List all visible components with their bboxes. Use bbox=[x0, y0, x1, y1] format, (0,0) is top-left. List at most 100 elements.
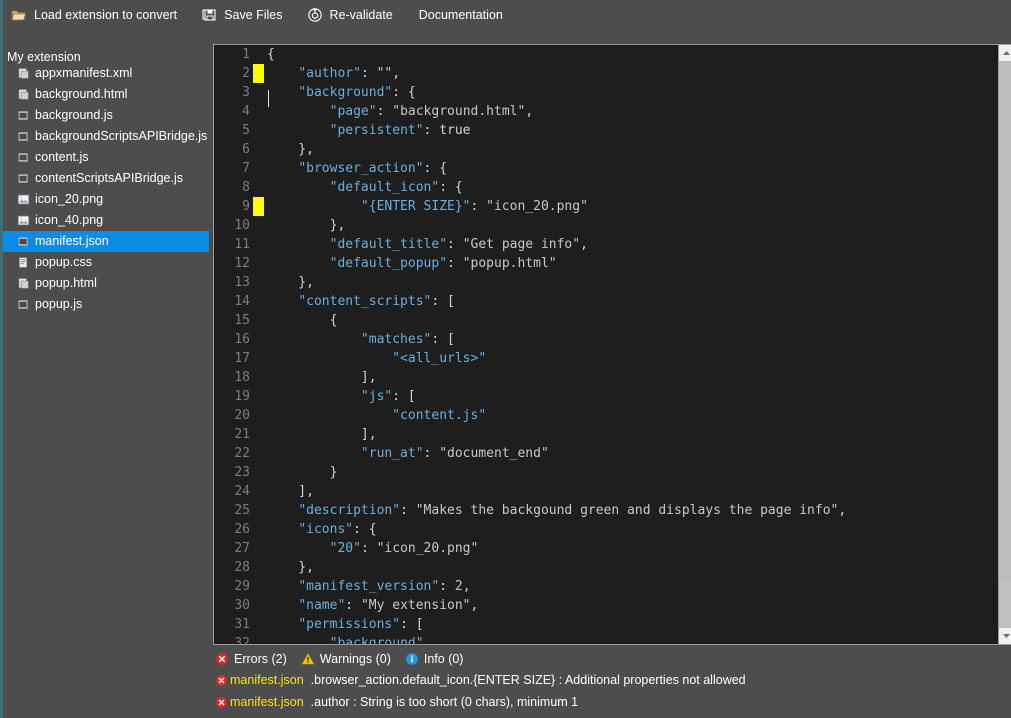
gutter-spacer bbox=[253, 330, 264, 349]
file-tree-item[interactable]: popup.js bbox=[3, 294, 209, 315]
chevron-down-icon bbox=[1003, 634, 1010, 638]
file-tree-item[interactable]: icon_40.png bbox=[3, 210, 209, 231]
code-line[interactable]: 14 "content_scripts": [ bbox=[214, 292, 998, 311]
file-tree-item[interactable]: popup.css bbox=[3, 252, 209, 273]
code-token: , bbox=[462, 579, 471, 594]
code-line[interactable]: 10 }, bbox=[214, 216, 998, 235]
code-line[interactable]: 23 } bbox=[214, 463, 998, 482]
code-line-text: "background": { bbox=[264, 83, 998, 102]
code-line-text: }, bbox=[264, 216, 998, 235]
gutter-spacer bbox=[253, 140, 264, 159]
problems-summary-error[interactable]: Errors (2) bbox=[215, 652, 287, 666]
code-token: : [ bbox=[431, 294, 455, 309]
scroll-down-button[interactable] bbox=[999, 628, 1011, 644]
code-line[interactable]: 32 "background" bbox=[214, 634, 998, 644]
revalidate-button[interactable]: Re-validate bbox=[307, 3, 395, 27]
documentation-button[interactable]: Documentation bbox=[417, 3, 505, 27]
code-token: , bbox=[392, 66, 401, 81]
code-line[interactable]: 26 "icons": { bbox=[214, 520, 998, 539]
code-line[interactable]: 16 "matches": [ bbox=[214, 330, 998, 349]
code-line[interactable]: 20 "content.js" bbox=[214, 406, 998, 425]
scrollbar-thumb[interactable] bbox=[999, 61, 1011, 581]
code-lines-container[interactable]: 1{2 "author": "", 3 "background": {4 "pag… bbox=[214, 45, 998, 644]
code-line[interactable]: 21 ], bbox=[214, 425, 998, 444]
code-token: "icon_20.png" bbox=[486, 199, 588, 214]
problem-row[interactable]: manifest.json .browser_action.default_ico… bbox=[209, 669, 1011, 691]
line-number: 21 bbox=[234, 427, 250, 442]
code-line-text: "manifest_version": 2, bbox=[264, 577, 998, 596]
line-number: 18 bbox=[234, 370, 250, 385]
file-tree-item-label: contentScriptsAPIBridge.js bbox=[35, 171, 183, 185]
line-number: 8 bbox=[242, 180, 250, 195]
gutter-spacer bbox=[253, 349, 264, 368]
code-line-text: "icons": { bbox=[264, 520, 998, 539]
scroll-up-button[interactable] bbox=[999, 45, 1011, 61]
file-tree-item[interactable]: contentScriptsAPIBridge.js bbox=[3, 168, 209, 189]
code-line[interactable]: 19 "js": [ bbox=[214, 387, 998, 406]
code-line[interactable]: 4 "page": "background.html", bbox=[214, 102, 998, 121]
file-tree-item[interactable]: backgroundScriptsAPIBridge.js bbox=[3, 126, 209, 147]
editor-vertical-scrollbar[interactable] bbox=[998, 45, 1011, 644]
code-line[interactable]: 17 "<all_urls>" bbox=[214, 349, 998, 368]
code-line[interactable]: 3 "background": { bbox=[214, 83, 998, 102]
code-line[interactable]: 18 ], bbox=[214, 368, 998, 387]
code-token: : { bbox=[353, 522, 377, 537]
problem-row[interactable]: manifest.json .author : String is too sho… bbox=[209, 691, 1011, 713]
code-token: true bbox=[439, 123, 471, 138]
problems-summary-warning[interactable]: Warnings (0) bbox=[301, 652, 391, 666]
code-line[interactable]: 29 "manifest_version": 2, bbox=[214, 577, 998, 596]
code-token: "author" bbox=[298, 66, 361, 81]
code-line[interactable]: 9 "{ENTER SIZE}": "icon_20.png" bbox=[214, 197, 998, 216]
problems-list: manifest.json .browser_action.default_ico… bbox=[209, 669, 1011, 713]
code-line[interactable]: 2 "author": "", bbox=[214, 64, 998, 83]
problem-file-link[interactable]: manifest.json bbox=[230, 695, 304, 709]
code-line[interactable]: 5 "persistent": true bbox=[214, 121, 998, 140]
gutter-spacer bbox=[253, 254, 264, 273]
gutter-spacer bbox=[253, 634, 264, 644]
code-line-text: "author": "", bbox=[264, 64, 998, 83]
gutter-spacer bbox=[253, 463, 264, 482]
code-line[interactable]: 24 ], bbox=[214, 482, 998, 501]
code-token: }, bbox=[267, 275, 314, 290]
file-tree-item[interactable]: icon_20.png bbox=[3, 189, 209, 210]
save-files-button[interactable]: Save Files bbox=[201, 3, 284, 27]
code-line[interactable]: 13 }, bbox=[214, 273, 998, 292]
code-line[interactable]: 12 "default_popup": "popup.html" bbox=[214, 254, 998, 273]
code-token: , bbox=[580, 237, 588, 252]
gutter-spacer bbox=[253, 615, 264, 634]
line-number: 27 bbox=[234, 541, 250, 556]
code-line[interactable]: 7 "browser_action": { bbox=[214, 159, 998, 178]
code-line[interactable]: 11 "default_title": "Get page info", bbox=[214, 235, 998, 254]
file-tree-sidebar: My extension appxmanifest.xml background.… bbox=[3, 44, 209, 718]
code-editor[interactable]: 1{2 "author": "", 3 "background": {4 "pag… bbox=[213, 44, 1011, 645]
code-line[interactable]: 22 "run_at": "document_end" bbox=[214, 444, 998, 463]
code-line[interactable]: 6 }, bbox=[214, 140, 998, 159]
file-tree-item[interactable]: background.html bbox=[3, 84, 209, 105]
problems-panel: Errors (2) Warnings (0) Info (0) manifest.… bbox=[209, 648, 1011, 718]
code-line[interactable]: 27 "20": "icon_20.png" bbox=[214, 539, 998, 558]
code-line-text: "{ENTER SIZE}": "icon_20.png" bbox=[264, 197, 998, 216]
gutter-spacer bbox=[253, 387, 264, 406]
code-line[interactable]: 1{ bbox=[214, 45, 998, 64]
code-line[interactable]: 15 { bbox=[214, 311, 998, 330]
file-tree-item[interactable]: content.js bbox=[3, 147, 209, 168]
code-token: }, bbox=[267, 560, 314, 575]
problem-file-link[interactable]: manifest.json bbox=[230, 673, 304, 687]
code-line[interactable]: 28 }, bbox=[214, 558, 998, 577]
file-tree-item-label: content.js bbox=[35, 150, 89, 164]
html-file-icon bbox=[18, 89, 29, 100]
load-extension-button[interactable]: Load extension to convert bbox=[11, 3, 179, 27]
code-line[interactable]: 25 "description": "Makes the backgound g… bbox=[214, 501, 998, 520]
file-tree-item[interactable]: background.js bbox=[3, 105, 209, 126]
file-tree-item-selected[interactable]: manifest.json bbox=[3, 231, 209, 252]
code-line[interactable]: 31 "permissions": [ bbox=[214, 615, 998, 634]
code-line[interactable]: 8 "default_icon": { bbox=[214, 178, 998, 197]
file-tree-item[interactable]: popup.html bbox=[3, 273, 209, 294]
problems-summary-info[interactable]: Info (0) bbox=[405, 652, 463, 666]
code-line[interactable]: 30 "name": "My extension", bbox=[214, 596, 998, 615]
